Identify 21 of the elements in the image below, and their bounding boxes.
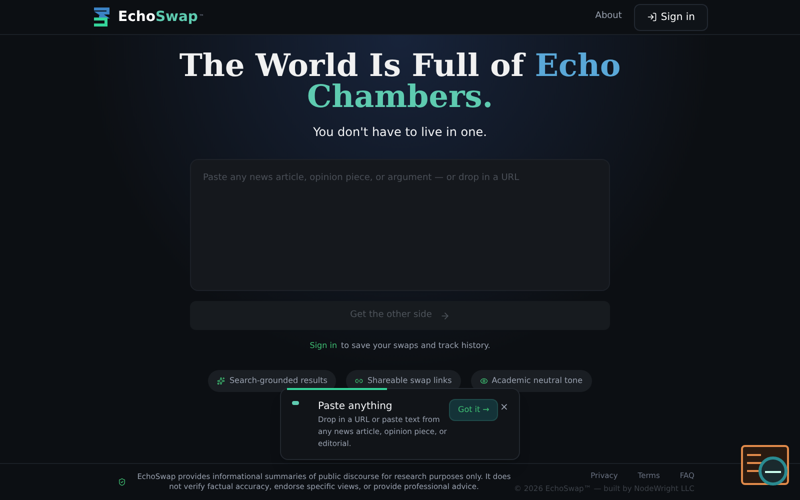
about-link[interactable]: About bbox=[595, 10, 622, 24]
feature-chip: Search-grounded results bbox=[208, 370, 336, 392]
hero-title: The World Is Full of Echo Chambers. bbox=[179, 51, 621, 113]
feature-icon bbox=[480, 377, 488, 385]
shield-icon bbox=[118, 478, 126, 486]
article-input-field[interactable]: Paste any news article, opinion piece, or argument — or drop in a URL bbox=[190, 159, 610, 291]
got-it-button[interactable]: Got it → bbox=[449, 399, 498, 421]
feature-icon bbox=[355, 377, 364, 385]
logo-text: EchoSwap$^{™}$ bbox=[118, 8, 204, 26]
close-button[interactable]: × bbox=[500, 400, 508, 415]
sign-in-button[interactable]: Sign in bbox=[634, 4, 708, 30]
sign-in-icon bbox=[646, 12, 657, 22]
logo-icon bbox=[92, 7, 110, 27]
tour-step-icon bbox=[292, 401, 299, 405]
arrow-icon bbox=[440, 310, 450, 320]
hero-subtitle: You don't have to live in one. bbox=[313, 124, 487, 141]
feature-icon bbox=[217, 377, 226, 385]
sign-in-note: to save your swaps and track history. bbox=[341, 340, 490, 352]
tour-title: Paste anything bbox=[318, 400, 392, 414]
sign-in-link[interactable]: Sign in bbox=[310, 340, 338, 352]
feature-chip: Academic neutral tone bbox=[470, 370, 592, 392]
